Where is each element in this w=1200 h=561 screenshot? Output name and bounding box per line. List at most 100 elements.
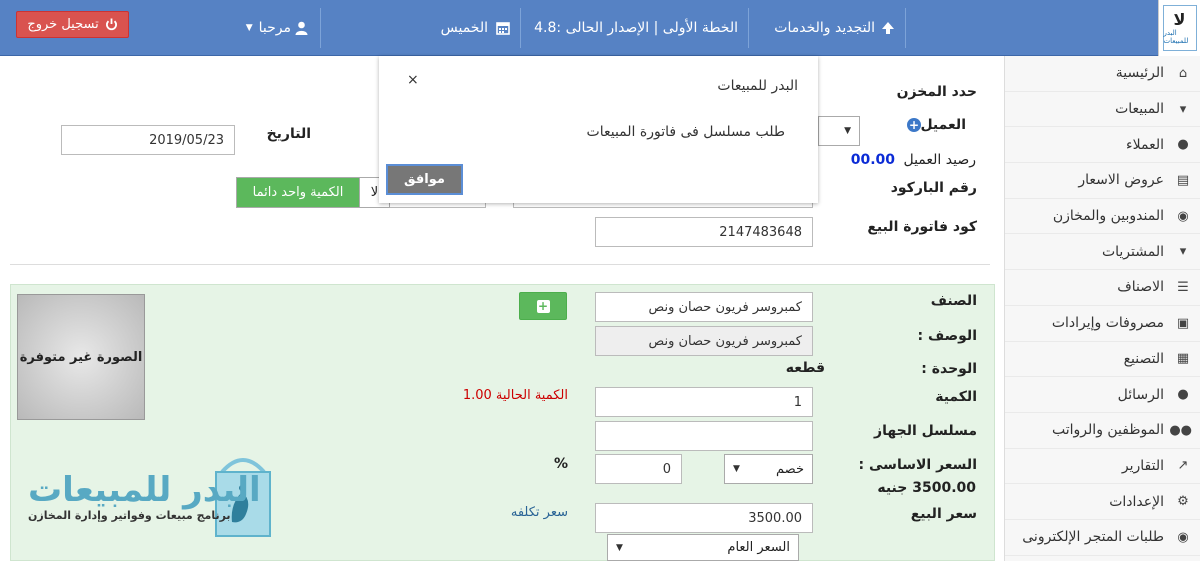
sidebar-item-employees-salaries[interactable]: ●● الموظفين والرواتب <box>1005 413 1200 449</box>
cart-icon: ▾ <box>1179 101 1187 117</box>
sidebar: ⌂ الرئيسية ▾ المبيعات ● العملاء ▤ عروض ا… <box>1004 56 1200 561</box>
plan-version-label: الخطة الأولى | الإصدار الحالى :4.8 <box>534 20 738 36</box>
sidebar-item-expenses-revenues[interactable]: ▣ مصروفات وإيرادات <box>1005 306 1200 342</box>
plan-version-info: الخطة الأولى | الإصدار الحالى :4.8 <box>534 0 738 56</box>
unit-value: قطعه <box>785 360 825 376</box>
renew-services-link[interactable]: التجديد والخدمات <box>760 0 895 56</box>
money-icon: ▣ <box>1176 315 1190 331</box>
caret-down-icon: ▼ <box>844 126 851 136</box>
plus-square-icon: + <box>536 298 550 313</box>
nav-divider <box>905 8 906 48</box>
user-icon: ● <box>1177 137 1189 153</box>
sidebar-item-manufacturing[interactable]: ▦ التصنيع <box>1005 342 1200 378</box>
date-label: التاريخ <box>266 126 311 142</box>
customer-select[interactable]: ▼ <box>818 116 860 146</box>
day-info: الخميس <box>428 0 510 56</box>
cost-price-link[interactable]: سعر تكلفه <box>511 505 568 520</box>
discount-type-value: خصم <box>776 461 804 477</box>
discount-value-input[interactable]: 0 <box>595 454 682 484</box>
sidebar-item-label: الاصناف <box>1117 279 1164 296</box>
sidebar-item-reports[interactable]: ↗ التقارير <box>1005 449 1200 485</box>
sidebar-item-label: التصنيع <box>1123 350 1164 367</box>
sidebar-item-purchases[interactable]: ▾ المشتريات <box>1005 234 1200 271</box>
qty-one-active[interactable]: الكمية واحد دائما <box>237 178 359 207</box>
sidebar-item-reps-warehouses[interactable]: ◉ المندوبين والمخازن <box>1005 199 1200 235</box>
factory-icon: ▦ <box>1176 351 1190 367</box>
sidebar-item-label: طلبات المتجر الإلكترونى <box>1022 529 1164 546</box>
base-price-value: 3500.00 جنيه <box>877 480 976 496</box>
sidebar-item-label: مصروفات وإيرادات <box>1051 315 1164 332</box>
base-price-label: السعر الاساسى : <box>858 457 977 473</box>
quantity-input[interactable]: 1 <box>595 387 813 417</box>
users-icon: ●● <box>1169 422 1192 438</box>
caret-down-icon: ▼ <box>245 23 253 33</box>
sidebar-item-home[interactable]: ⌂ الرئيسية <box>1005 56 1200 92</box>
no-label: لا <box>370 185 379 200</box>
add-item-button[interactable]: + <box>519 292 567 320</box>
sidebar-item-items[interactable]: ☰ الاصناف <box>1005 270 1200 306</box>
logo-mark: ﻻ البدر للمبيعات <box>1162 5 1197 51</box>
list-icon: ☰ <box>1177 279 1189 295</box>
user-menu[interactable]: مرحبا ▼ <box>222 0 308 56</box>
comments-icon: ● <box>1177 387 1189 403</box>
sale-price-input[interactable]: 3500.00 <box>595 503 813 533</box>
serial-label: مسلسل الجهاز <box>874 423 977 439</box>
home-icon: ⌂ <box>1178 65 1188 81</box>
user-icon <box>295 21 308 35</box>
logo-text: البدر للمبيعات <box>1163 29 1189 45</box>
power-icon <box>105 18 117 31</box>
logout-button[interactable]: تسجيل خروج <box>16 11 129 38</box>
balance-value: 00.00 <box>850 152 896 168</box>
day-label: الخميس <box>440 20 488 36</box>
sidebar-item-label: المندوبين والمخازن <box>1052 208 1164 225</box>
sidebar-item-label: الرئيسية <box>1115 65 1164 82</box>
description-input[interactable]: كمبروسر فريون حصان ونص <box>595 326 813 356</box>
brand-watermark: البدر للمبيعات برنامج مبيعات وفواتير وإد… <box>20 448 290 543</box>
globe-icon: ◉ <box>1177 529 1189 545</box>
nav-divider <box>520 8 521 48</box>
customer-label: العميل <box>920 117 966 133</box>
top-navbar: ﻻ البدر للمبيعات التجديد والخدمات الخطة … <box>0 0 1200 56</box>
customer-balance-label: رصيد العميل 00.00 <box>851 152 976 168</box>
arrow-up-icon <box>882 22 894 34</box>
qty-one-label: الكمية واحد دائما <box>252 185 344 200</box>
logout-label: تسجيل خروج <box>27 17 99 32</box>
warehouse-label: حدد المخزن <box>896 84 977 100</box>
sidebar-item-settings[interactable]: ⚙ الإعدادات <box>1005 484 1200 520</box>
ok-button[interactable]: موافق <box>386 164 463 195</box>
caret-down-icon: ▼ <box>616 542 623 553</box>
sidebar-item-label: المبيعات <box>1115 101 1164 118</box>
sidebar-item-quotations[interactable]: ▤ عروض الاسعار <box>1005 163 1200 199</box>
sidebar-item-online-store-orders[interactable]: ◉ طلبات المتجر الإلكترونى <box>1005 520 1200 556</box>
sidebar-item-messages[interactable]: ● الرسائل <box>1005 377 1200 413</box>
price-list-select[interactable]: السعر العام ▼ <box>607 534 799 561</box>
cogs-icon: ⚙ <box>1177 494 1189 510</box>
current-quantity-label: الكمية الحالية 1.00 <box>462 388 568 403</box>
quantity-label: الكمية <box>935 389 977 405</box>
category-input[interactable]: كمبروسر فريون حصان ونص <box>595 292 813 322</box>
sale-price-label: سعر البيع <box>910 506 977 522</box>
brand-name: البدر للمبيعات <box>28 470 261 510</box>
unit-label: الوحدة : <box>921 361 977 377</box>
qty-one-toggle[interactable]: الكمية واحد دائما لا <box>236 177 390 208</box>
nav-divider <box>748 8 749 48</box>
sidebar-item-label: المشتريات <box>1101 243 1164 260</box>
list-alt-icon: ▤ <box>1176 172 1190 188</box>
add-customer-icon[interactable]: + <box>907 118 921 132</box>
price-list-value: السعر العام <box>727 540 790 555</box>
serial-input[interactable] <box>595 421 813 451</box>
sidebar-item-label: العملاء <box>1126 136 1164 153</box>
date-input[interactable]: 2019/05/23 <box>61 125 235 155</box>
dialog-title: البدر للمبيعات <box>717 78 798 94</box>
invoice-code-input[interactable]: 2147483648 <box>595 217 813 247</box>
app-logo[interactable]: ﻻ البدر للمبيعات <box>1158 0 1200 56</box>
discount-type-select[interactable]: خصم ▼ <box>724 454 813 484</box>
description-label: الوصف : <box>917 328 977 344</box>
barcode-label: رقم الباركود <box>890 180 977 196</box>
percent-label: % <box>553 456 568 472</box>
sidebar-item-sales[interactable]: ▾ المبيعات <box>1005 92 1200 128</box>
sidebar-item-customers[interactable]: ● العملاء <box>1005 127 1200 164</box>
balance-label-text: رصيد العميل <box>903 152 976 168</box>
close-icon[interactable]: × <box>407 72 419 88</box>
nav-divider <box>320 8 321 48</box>
